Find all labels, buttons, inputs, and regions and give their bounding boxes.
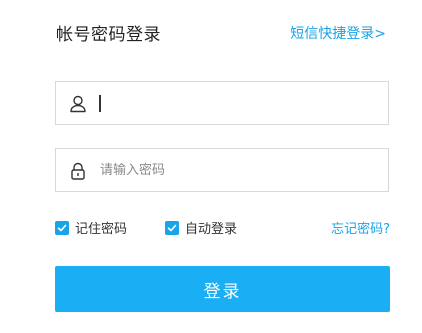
remember-password-option[interactable]: 记住密码 xyxy=(55,218,127,237)
login-button[interactable]: 登录 xyxy=(55,266,390,312)
auto-login-checkbox[interactable] xyxy=(165,220,179,235)
checkmark-icon xyxy=(167,224,177,231)
auto-login-option[interactable]: 自动登录 xyxy=(165,218,237,237)
text-cursor xyxy=(99,95,101,112)
checkmark-icon xyxy=(57,224,67,231)
remember-password-label: 记住密码 xyxy=(75,222,128,237)
remember-password-checkbox[interactable] xyxy=(55,220,69,235)
sms-login-link[interactable]: 短信快捷登录> xyxy=(290,23,386,43)
password-input[interactable] xyxy=(100,149,380,191)
auto-login-label: 自动登录 xyxy=(185,222,238,237)
user-icon xyxy=(68,94,88,114)
password-field[interactable] xyxy=(55,148,389,192)
lock-icon xyxy=(68,161,88,181)
username-input[interactable] xyxy=(100,82,380,124)
page-title: 帐号密码登录 xyxy=(56,25,161,45)
username-field[interactable] xyxy=(55,81,389,125)
login-panel: 帐号密码登录 短信快捷登录> 记住密码 自动登录 忘记密码? 登录 xyxy=(0,0,422,333)
forgot-password-link[interactable]: 忘记密码? xyxy=(331,218,390,237)
